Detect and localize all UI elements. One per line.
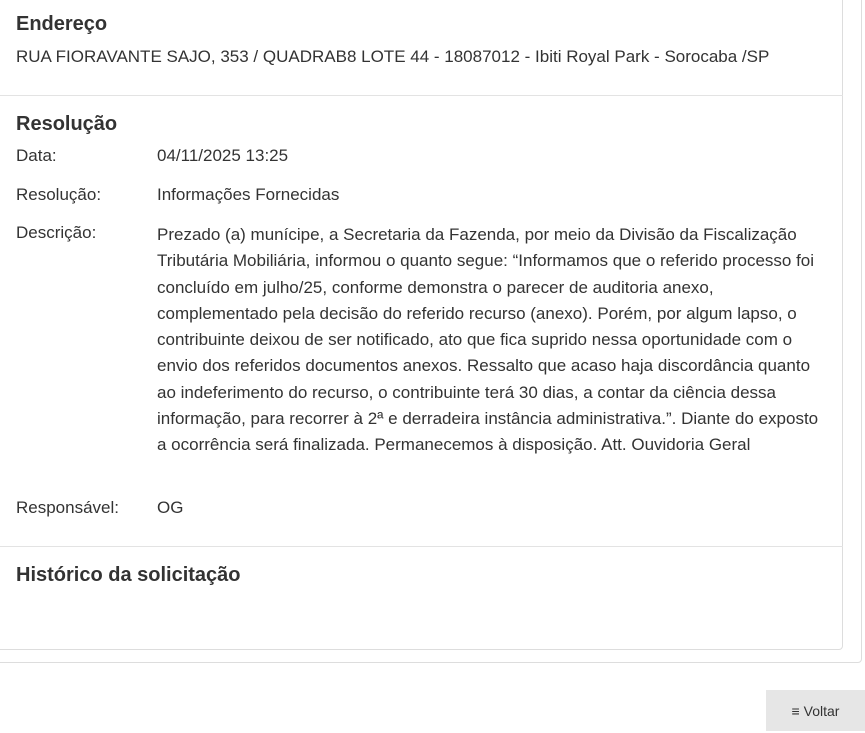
description-value: Prezado (a) munícipe, a Secretaria da Fa… [157, 225, 819, 455]
resolution-heading: Resolução [16, 113, 118, 135]
responsible-value: OG [157, 498, 184, 517]
history-heading: Histórico da solicitação [16, 564, 241, 586]
back-button[interactable]: ≡ Voltar [766, 690, 865, 731]
section-divider [0, 546, 843, 547]
back-button-label: Voltar [803, 702, 840, 719]
resolution-value: Informações Fornecidas [157, 185, 340, 204]
resolution-label: Resolução: [16, 185, 102, 204]
list-icon: ≡ [791, 702, 800, 719]
date-label: Data: [16, 146, 57, 165]
date-value: 04/11/2025 13:25 [157, 146, 289, 165]
address-text: RUA FIORAVANTE SAJO, 353 / QUADRAB8 LOTE… [16, 47, 770, 66]
section-divider [0, 95, 843, 96]
address-heading: Endereço [16, 13, 108, 35]
responsible-label: Responsável: [16, 498, 120, 517]
description-label: Descrição: [16, 223, 97, 242]
